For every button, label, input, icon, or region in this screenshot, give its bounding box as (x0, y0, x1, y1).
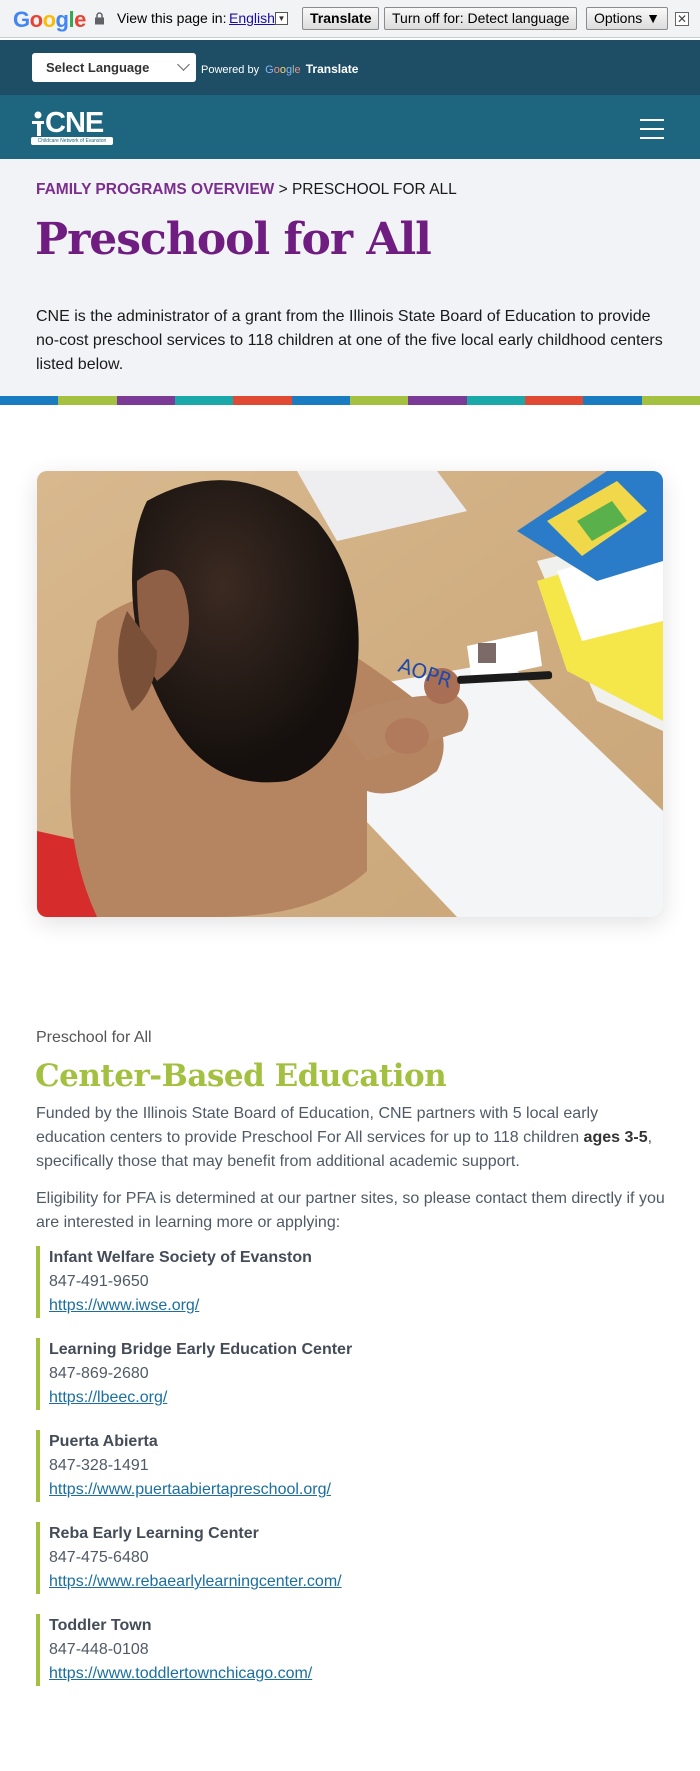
center-name: Reba Early Learning Center (49, 1525, 259, 1542)
stripe-segment (349, 396, 409, 405)
logo-subtitle: Childcare Network of Evanston (31, 137, 113, 145)
chevron-down-icon (177, 58, 190, 71)
translate-label: Translate (305, 62, 359, 76)
page-title: Preschool for All (35, 214, 432, 265)
stripe-segment (233, 396, 292, 405)
center-name: Learning Bridge Early Education Center (49, 1341, 353, 1358)
center-website-link[interactable]: https://www.puertaabiertapreschool.org/ (49, 1481, 331, 1498)
hero-section: FAMILY PROGRAMS OVERVIEW > PRESCHOOL FOR… (0, 159, 700, 396)
stripe-segment (58, 396, 117, 405)
stripe-segment (116, 396, 175, 405)
section-eyebrow: Preschool for All (36, 1029, 152, 1046)
google-logo: Google (13, 7, 86, 32)
language-select[interactable]: Select Language (32, 53, 196, 82)
stripe-segment (408, 396, 467, 405)
logo-text: CNE (45, 107, 104, 139)
funding-text-a: Funded by the Illinois State Board of Ed… (36, 1105, 599, 1146)
person-icon (32, 111, 44, 136)
stripe-segment (0, 396, 59, 405)
menu-icon[interactable] (640, 119, 664, 146)
language-bar: Select Language Powered by Google Transl… (0, 40, 700, 95)
center-phone: 847-491-9650 (49, 1273, 149, 1290)
center-name: Puerta Abierta (49, 1433, 158, 1450)
stripe-segment (466, 396, 525, 405)
close-icon[interactable]: ✕ (675, 12, 689, 26)
list-item: Puerta Abierta 847-328-1491 https://www.… (36, 1430, 666, 1502)
stripe-segment (583, 396, 642, 405)
list-item: Reba Early Learning Center 847-475-6480 … (36, 1522, 666, 1594)
stripe-segment (174, 396, 234, 405)
center-website-link[interactable]: https://lbeec.org/ (49, 1389, 167, 1406)
translate-button[interactable]: Translate (302, 7, 380, 30)
language-link[interactable]: English (229, 10, 275, 26)
list-item: Learning Bridge Early Education Center 8… (36, 1338, 666, 1410)
stripe-segment (641, 396, 700, 405)
lock-icon (95, 12, 104, 25)
translate-bar: Google View this page in: English ▼ Tran… (0, 0, 700, 38)
options-button[interactable]: Options ▼ (586, 7, 668, 30)
section-title: Center-Based Education (35, 1058, 447, 1094)
color-stripe (0, 396, 700, 405)
center-name: Toddler Town (49, 1617, 152, 1634)
powered-by-label: Powered by (201, 64, 260, 76)
breadcrumb: FAMILY PROGRAMS OVERVIEW > PRESCHOOL FOR… (36, 181, 457, 199)
list-item: Toddler Town 847-448-0108 https://www.to… (36, 1614, 666, 1686)
breadcrumb-separator: > (274, 181, 292, 198)
center-phone: 847-328-1491 (49, 1457, 149, 1474)
site-header: CNE Childcare Network of Evanston (0, 95, 700, 159)
intro-text: CNE is the administrator of a grant from… (36, 308, 663, 373)
language-select-label: Select Language (46, 60, 150, 75)
partner-centers-list: Infant Welfare Society of Evanston 847-4… (36, 1246, 666, 1706)
breadcrumb-parent-link[interactable]: FAMILY PROGRAMS OVERVIEW (36, 181, 274, 198)
powered-by: Powered by Google Translate (201, 62, 358, 76)
stripe-segment (524, 396, 584, 405)
ages-highlight: ages 3-5 (583, 1129, 648, 1146)
center-phone: 847-448-0108 (49, 1641, 149, 1658)
center-website-link[interactable]: https://www.iwse.org/ (49, 1297, 199, 1314)
google-logo-small: Google (265, 64, 301, 76)
center-website-link[interactable]: https://www.toddlertownchicago.com/ (49, 1665, 312, 1682)
funding-paragraph: Funded by the Illinois State Board of Ed… (36, 1102, 666, 1174)
view-page-label: View this page in: (117, 10, 227, 26)
list-item: Infant Welfare Society of Evanston 847-4… (36, 1246, 666, 1318)
chevron-down-icon[interactable]: ▼ (275, 12, 288, 25)
center-name: Infant Welfare Society of Evanston (49, 1249, 312, 1266)
eligibility-paragraph: Eligibility for PFA is determined at our… (36, 1190, 665, 1231)
hero-photo: AOPR (37, 471, 663, 917)
center-phone: 847-475-6480 (49, 1549, 149, 1566)
stripe-segment (291, 396, 350, 405)
center-website-link[interactable]: https://www.rebaearlylearningcenter.com/ (49, 1573, 342, 1590)
cne-logo[interactable]: CNE Childcare Network of Evanston (31, 107, 115, 147)
center-phone: 847-869-2680 (49, 1365, 149, 1382)
breadcrumb-current: PRESCHOOL FOR ALL (291, 181, 457, 198)
turn-off-button[interactable]: Turn off for: Detect language (384, 7, 578, 30)
